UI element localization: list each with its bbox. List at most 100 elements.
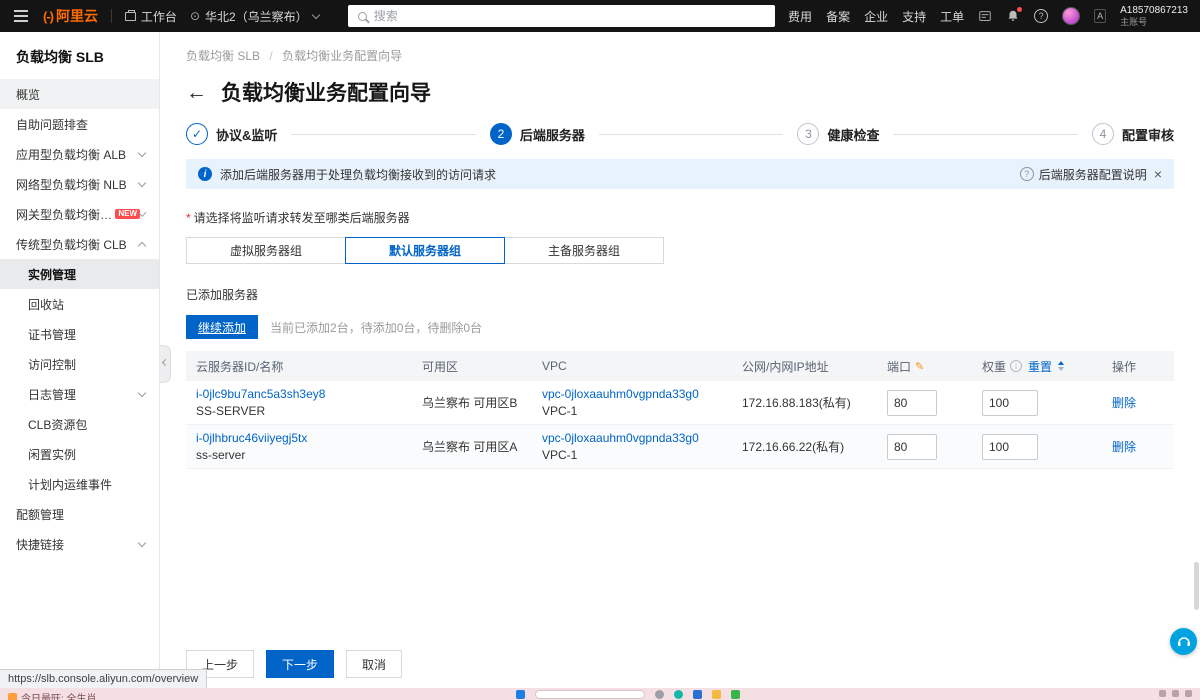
sidebar-item-idle-instances[interactable]: 闲置实例	[0, 439, 159, 469]
sidebar-item-alb[interactable]: 应用型负载均衡 ALB	[0, 139, 159, 169]
step-config-review[interactable]: 4 配置审核	[1091, 123, 1174, 145]
col-header-vpc: VPC	[542, 359, 567, 373]
vpc-id-link[interactable]: vpc-0jloxaauhm0vgpnda33g0	[542, 387, 699, 401]
sidebar-item-log-management[interactable]: 日志管理	[0, 379, 159, 409]
vpc-id-link[interactable]: vpc-0jloxaauhm0vgpnda33g0	[542, 431, 699, 445]
sidebar-item-label: 实例管理	[28, 267, 77, 282]
global-search[interactable]	[347, 5, 776, 27]
cancel-button[interactable]: 取消	[346, 650, 403, 678]
scrollbar[interactable]	[1194, 562, 1199, 610]
sidebar-item-nlb[interactable]: 网络型负载均衡 NLB	[0, 169, 159, 199]
sidebar-item-label: CLB资源包	[28, 417, 88, 432]
tab-primary-backup-group[interactable]: 主备服务器组	[504, 237, 664, 264]
sidebar-item-troubleshooting[interactable]: 自助问题排查	[0, 109, 159, 139]
weight-input[interactable]	[982, 433, 1038, 460]
taskbar-center	[515, 690, 740, 699]
sidebar-item-clb[interactable]: 传统型负载均衡 CLB	[0, 229, 159, 259]
sidebar-item-recycle-bin[interactable]: 回收站	[0, 289, 159, 319]
cell-server-id: i-0jlhbruc46viiyegj5tx ss-server	[186, 425, 412, 468]
breadcrumb-root[interactable]: 负载均衡 SLB	[186, 49, 260, 63]
sidebar-item-access-control[interactable]: 访问控制	[0, 349, 159, 379]
bell-icon[interactable]	[1006, 7, 1023, 23]
tab-default-server-group[interactable]: 默认服务器组	[345, 237, 505, 264]
tray-icon[interactable]	[1185, 690, 1192, 697]
region-selector[interactable]: ⊙ 华北2（乌兰察布）	[190, 8, 320, 25]
sidebar-collapse-handle[interactable]	[160, 345, 171, 383]
port-input[interactable]	[887, 433, 937, 460]
close-icon[interactable]: ×	[1154, 166, 1162, 182]
server-id-link[interactable]: i-0jlc9bu7anc5a3sh3ey8	[196, 387, 325, 401]
account-info[interactable]: A18570867213 主账号	[1120, 5, 1188, 27]
server-name: ss-server	[196, 448, 246, 462]
step-number: 4	[1091, 123, 1114, 145]
sidebar-item-clb-resource-pack[interactable]: CLB资源包	[0, 409, 159, 439]
weight-reset-link[interactable]: 重置	[1028, 358, 1052, 375]
wizard-footer: 上一步 下一步 取消	[186, 650, 403, 678]
weight-input[interactable]	[982, 389, 1038, 416]
topbar-link-billing[interactable]: 费用	[788, 8, 812, 25]
console-message-icon[interactable]	[978, 9, 992, 23]
delete-link[interactable]: 删除	[1112, 440, 1136, 454]
taskbar-app-icon[interactable]	[515, 690, 525, 699]
chevron-up-icon	[137, 241, 147, 250]
taskbar-news-widget[interactable]: 今日最旺: 全生肖	[8, 690, 97, 700]
table-row: i-0jlhbruc46viiyegj5tx ss-server 乌兰察布 可用…	[186, 425, 1174, 469]
topbar-link-icp[interactable]: 备案	[826, 8, 850, 25]
sort-icon[interactable]	[1058, 361, 1065, 371]
step-protocol-listener[interactable]: ✓ 协议&监听	[186, 123, 277, 145]
chevron-down-icon	[311, 10, 320, 19]
tray-icon[interactable]	[1172, 690, 1179, 697]
workbench-link[interactable]: 工作台	[124, 8, 177, 25]
server-id-link[interactable]: i-0jlhbruc46viiyegj5tx	[196, 431, 307, 445]
aliyun-logo[interactable]: (-) 阿里云	[43, 6, 98, 26]
port-input[interactable]	[887, 389, 937, 416]
sidebar-item-gwlb[interactable]: 网关型负载均衡 GWLB NEW	[0, 199, 159, 229]
next-step-button[interactable]: 下一步	[266, 650, 335, 678]
chevron-down-icon	[137, 178, 147, 187]
step-backend-servers[interactable]: 2 后端服务器	[489, 123, 585, 145]
taskbar-app-icon[interactable]	[673, 690, 683, 699]
step-health-check[interactable]: 3 健康检查	[797, 123, 879, 145]
browser-status-url: https://slb.console.aliyun.com/overview	[0, 669, 208, 688]
topbar-link-tickets[interactable]: 工单	[940, 8, 964, 25]
search-input[interactable]	[373, 9, 766, 23]
step-label: 健康检查	[827, 127, 880, 143]
menu-icon[interactable]	[12, 6, 30, 26]
taskbar-search[interactable]	[534, 690, 645, 699]
taskbar-app-icon[interactable]	[654, 690, 664, 699]
main-content: 负载均衡 SLB / 负载均衡业务配置向导 ← 负载均衡业务配置向导 ✓ 协议&…	[160, 32, 1200, 688]
tray-icon[interactable]	[1159, 690, 1166, 697]
taskbar-app-icon[interactable]	[730, 690, 740, 699]
language-icon[interactable]: A	[1094, 9, 1107, 23]
help-icon[interactable]: ?	[1034, 9, 1049, 23]
sidebar-item-label: 访问控制	[28, 357, 77, 372]
back-button[interactable]: ←	[186, 82, 207, 103]
sidebar: 负载均衡 SLB 概览 自助问题排查 应用型负载均衡 ALB 网络型负载均衡 N…	[0, 32, 160, 688]
delete-link[interactable]: 删除	[1112, 396, 1136, 410]
topbar-link-enterprise[interactable]: 企业	[864, 8, 888, 25]
continue-add-button[interactable]: 继续添加	[186, 315, 259, 339]
edit-pencil-icon[interactable]: ✎	[915, 360, 924, 373]
aliyun-logo-text: 阿里云	[56, 8, 98, 24]
cell-port	[877, 433, 972, 460]
sidebar-item-planned-maintenance[interactable]: 计划内运维事件	[0, 469, 159, 499]
table-row: i-0jlc9bu7anc5a3sh3ey8 SS-SERVER 乌兰察布 可用…	[186, 381, 1174, 425]
sidebar-item-overview[interactable]: 概览	[0, 79, 159, 109]
customer-service-button[interactable]	[1170, 628, 1197, 655]
banner-text: 添加后端服务器用于处理负载均衡接收到的访问请求	[220, 167, 497, 182]
sidebar-item-label: 快捷链接	[16, 537, 65, 552]
sidebar-item-certificates[interactable]: 证书管理	[0, 319, 159, 349]
chevron-down-icon	[137, 538, 147, 547]
step-label: 配置审核	[1121, 127, 1174, 143]
region-label: 华北2（乌兰察布）	[205, 9, 308, 24]
taskbar-app-icon[interactable]	[692, 690, 702, 699]
sidebar-item-instance-management[interactable]: 实例管理	[0, 259, 159, 289]
taskbar-app-icon[interactable]	[711, 690, 721, 699]
sidebar-item-quick-links[interactable]: 快捷链接	[0, 529, 159, 559]
topbar-link-support[interactable]: 支持	[902, 8, 926, 25]
sidebar-item-quota-management[interactable]: 配额管理	[0, 499, 159, 529]
tab-virtual-server-group[interactable]: 虚拟服务器组	[186, 237, 346, 264]
avatar[interactable]	[1062, 7, 1081, 25]
backend-config-doc-link[interactable]: 后端服务器配置说明	[1039, 166, 1147, 183]
sidebar-item-label: 闲置实例	[28, 447, 77, 462]
